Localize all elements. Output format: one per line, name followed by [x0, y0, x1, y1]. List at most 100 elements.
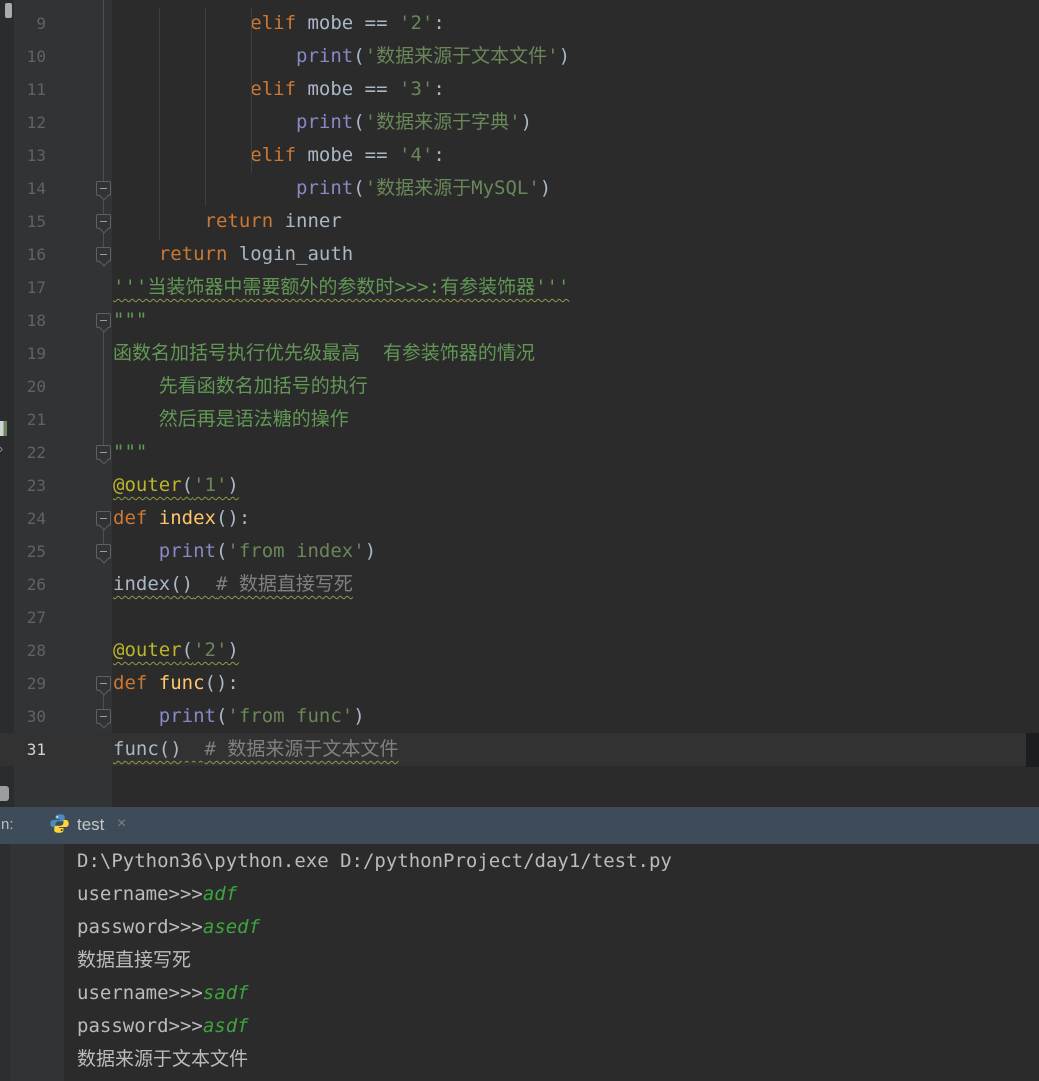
- console-line: 数据来源于文本文件: [77, 1043, 248, 1076]
- code-line[interactable]: '''当装饰器中需要额外的参数时>>>:有参装饰器''': [113, 271, 569, 304]
- code-line[interactable]: print('数据来源于文本文件'): [113, 40, 570, 73]
- code-token: 先看函数名加括号的执行: [113, 375, 368, 397]
- gutter-line-number[interactable]: 21: [0, 403, 46, 436]
- gutter-line-number[interactable]: 11: [0, 73, 46, 106]
- code-line[interactable]: 先看函数名加括号的执行: [113, 370, 368, 403]
- code-line[interactable]: index() # 数据直接写死: [113, 568, 353, 601]
- fold-marker-icon[interactable]: [96, 709, 111, 724]
- code-line[interactable]: """: [113, 436, 147, 469]
- code-token: ): [539, 177, 552, 199]
- code-line[interactable]: elif mobe == '3':: [113, 73, 445, 106]
- code-token: '1': [193, 474, 228, 496]
- code-token: elif: [250, 78, 308, 100]
- code-token: 然后再是语法糖的操作: [113, 408, 349, 430]
- console-stdout: username>>>: [77, 982, 203, 1004]
- gutter-line-number[interactable]: 12: [0, 106, 46, 139]
- gutter-line-number[interactable]: 16: [0, 238, 46, 271]
- gutter-line-number[interactable]: 26: [0, 568, 46, 601]
- console-line: username>>>sadf: [77, 977, 249, 1010]
- code-line[interactable]: return inner: [113, 205, 342, 238]
- gutter-line-number[interactable]: 17: [0, 271, 46, 304]
- code-token: (: [181, 639, 194, 661]
- gutter-line-number[interactable]: 20: [0, 370, 46, 403]
- console-left-fragments: [0, 844, 10, 1081]
- fold-marker-icon[interactable]: [96, 313, 111, 328]
- fold-marker-icon[interactable]: [96, 511, 111, 526]
- gutter-line-number[interactable]: 27: [0, 601, 46, 634]
- fold-marker-icon[interactable]: [96, 676, 111, 691]
- console-stdout: username>>>: [77, 883, 203, 905]
- gutter-line-number[interactable]: 10: [0, 40, 46, 73]
- code-line[interactable]: 然后再是语法糖的操作: [113, 403, 349, 436]
- code-line[interactable]: print('数据来源于字典'): [113, 106, 532, 139]
- gutter-line-number[interactable]: 9: [0, 7, 46, 40]
- editor-scrollbar-thumb[interactable]: [1026, 733, 1039, 767]
- code-token: '数据直接写死': [365, 0, 502, 1]
- code-line[interactable]: func() # 数据来源于文本文件: [113, 733, 398, 766]
- code-editor[interactable]: » print('数据直接写死')9 elif mobe == '2':10 p…: [0, 0, 1039, 807]
- code-token: print: [296, 45, 354, 67]
- code-token: # 数据来源于文本文件: [204, 738, 399, 760]
- fold-marker-icon[interactable]: [96, 445, 111, 460]
- console-line: password>>>asdf: [77, 1010, 249, 1043]
- code-line[interactable]: elif mobe == '2':: [113, 7, 445, 40]
- gutter-line-number[interactable]: 28: [0, 634, 46, 667]
- code-token: (: [353, 45, 365, 67]
- code-token: print: [296, 177, 354, 199]
- gutter-line-number[interactable]: 14: [0, 172, 46, 205]
- code-token: '''当装饰器中需要额外的参数时>>>:有参装饰器''': [113, 276, 570, 298]
- gutter-line-number[interactable]: 23: [0, 469, 46, 502]
- code-line[interactable]: def index():: [113, 502, 250, 535]
- code-token: '数据来源于文本文件': [364, 45, 559, 67]
- code-token: print: [296, 0, 353, 1]
- gutter-line-number[interactable]: 24: [0, 502, 46, 535]
- fold-marker-icon[interactable]: [96, 214, 111, 229]
- code-line[interactable]: print('数据直接写死'): [113, 0, 513, 7]
- gutter-line-number[interactable]: 19: [0, 337, 46, 370]
- code-token: (: [215, 705, 228, 727]
- fold-scope-line: [103, 329, 104, 445]
- console-toolbar: [10, 844, 64, 1081]
- code-line[interactable]: elif mobe == '4':: [113, 139, 445, 172]
- code-token: func: [158, 672, 205, 694]
- gutter-line-number[interactable]: 31: [0, 733, 46, 766]
- code-token: '3': [399, 78, 434, 100]
- code-token: '数据来源于MySQL': [364, 177, 540, 199]
- tab-close-icon[interactable]: ×: [117, 812, 126, 836]
- run-tab-test[interactable]: test ×: [28, 807, 148, 849]
- code-line[interactable]: @outer('2'): [113, 634, 239, 667]
- fold-marker-icon[interactable]: [96, 247, 111, 262]
- code-token: print: [158, 540, 216, 562]
- fold-marker-icon[interactable]: [96, 544, 111, 559]
- code-token: index(): [113, 573, 194, 595]
- gutter-line-number[interactable]: 15: [0, 205, 46, 238]
- console-stdout: password>>>: [77, 1015, 203, 1037]
- console-user-input: asedf: [202, 916, 261, 938]
- gutter-line-number[interactable]: 29: [0, 667, 46, 700]
- code-token: 'from index': [227, 540, 365, 562]
- code-line[interactable]: print('from index'): [113, 535, 376, 568]
- console-stdout: 数据来源于文本文件: [77, 1048, 249, 1070]
- code-line[interactable]: @outer('1'): [113, 469, 239, 502]
- fold-marker-icon[interactable]: [96, 181, 111, 196]
- code-line[interactable]: print('数据来源于MySQL'): [113, 172, 551, 205]
- code-token: print: [158, 705, 216, 727]
- gutter-line-number[interactable]: 25: [0, 535, 46, 568]
- code-line[interactable]: """: [113, 304, 147, 337]
- code-line[interactable]: def func():: [113, 667, 239, 700]
- console-stdout: D:\Python36\python.exe D:/pythonProject/…: [77, 850, 672, 872]
- code-line[interactable]: return login_auth: [113, 238, 353, 271]
- gutter-line-number[interactable]: 30: [0, 700, 46, 733]
- code-line[interactable]: 函数名加括号执行优先级最高 有参装饰器的情况: [113, 337, 535, 370]
- gutter-line-number[interactable]: 18: [0, 304, 46, 337]
- code-token: (: [353, 177, 365, 199]
- code-line[interactable]: print('from func'): [113, 700, 365, 733]
- gutter-line-number[interactable]: 22: [0, 436, 46, 469]
- code-token: '2': [399, 12, 434, 34]
- gutter-line-number[interactable]: 13: [0, 139, 46, 172]
